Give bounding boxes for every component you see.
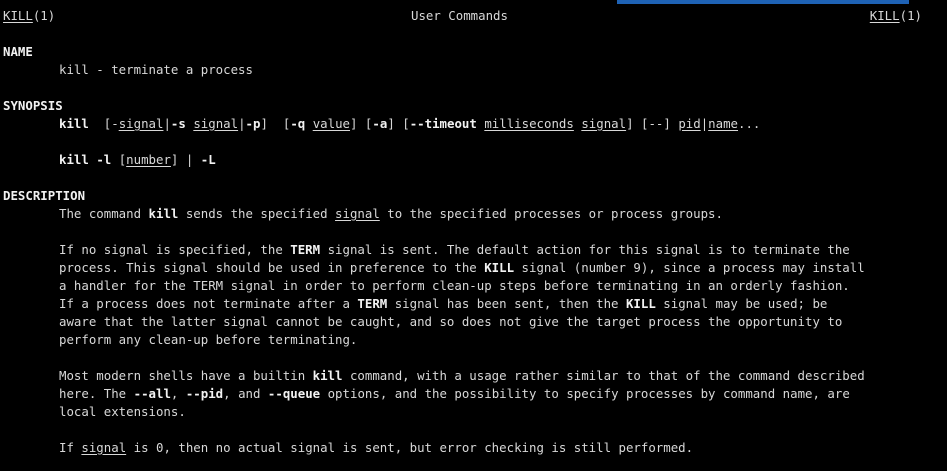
description-paragraph-2-line-5: aware that the latter signal cannot be c… bbox=[59, 314, 843, 329]
description-bold-term: TERM bbox=[290, 242, 321, 257]
description-text: here. The bbox=[59, 386, 134, 401]
description-text: signal is sent. The default action for t… bbox=[320, 242, 850, 257]
synopsis-text bbox=[305, 116, 312, 131]
synopsis-option-l: -l bbox=[96, 152, 112, 167]
synopsis-arg-number: number bbox=[126, 152, 171, 167]
description-arg-signal: signal bbox=[335, 206, 380, 221]
header-left-name: KILL bbox=[3, 8, 33, 23]
description-text: If no signal is specified, the bbox=[59, 242, 291, 257]
synopsis-option-timeout: --timeout bbox=[409, 116, 477, 131]
description-paragraph-2-line-2: process. This signal should be used in p… bbox=[59, 259, 865, 277]
description-paragraph-4: If signal is 0, then no actual signal is… bbox=[59, 439, 693, 457]
description-text: , bbox=[170, 386, 186, 401]
synopsis-arg-signal: signal bbox=[118, 116, 164, 131]
synopsis-text: ] [ bbox=[350, 116, 373, 131]
description-option-queue: --queue bbox=[267, 386, 321, 401]
description-text: If bbox=[59, 440, 82, 455]
header-right-name: KILL bbox=[869, 8, 900, 23]
synopsis-option-L: -L bbox=[200, 152, 216, 167]
description-paragraph-2-line-4: If a process does not terminate after a … bbox=[59, 295, 827, 313]
description-arg-signal: signal bbox=[81, 440, 127, 455]
header-left-title: KILL(1) bbox=[3, 7, 55, 25]
description-text: process. This signal should be used in p… bbox=[59, 260, 485, 275]
description-text: is 0, then no actual signal is sent, but… bbox=[126, 440, 694, 455]
synopsis-text: | bbox=[238, 116, 246, 131]
synopsis-arg-name: name bbox=[708, 116, 739, 131]
synopsis-arg-pid: pid bbox=[678, 116, 701, 131]
section-heading-description: DESCRIPTION bbox=[3, 188, 86, 203]
description-text: If a process does not terminate after a bbox=[59, 296, 358, 311]
synopsis-option-s: -s bbox=[170, 116, 186, 131]
description-text: , and bbox=[223, 386, 268, 401]
description-paragraph-3-line-1: Most modern shells have a builtin kill c… bbox=[59, 367, 865, 385]
description-text: signal (number 9), since a process may i… bbox=[514, 260, 865, 275]
description-paragraph-3-line-2: here. The --all, --pid, and --queue opti… bbox=[59, 385, 850, 403]
header-right-section: (1) bbox=[899, 8, 922, 23]
description-bold-term: TERM bbox=[357, 296, 388, 311]
section-heading-synopsis: SYNOPSIS bbox=[3, 98, 63, 113]
description-option-all: --all bbox=[133, 386, 171, 401]
synopsis-option-p: -p bbox=[245, 116, 261, 131]
description-bold-kill: kill bbox=[148, 206, 179, 221]
description-text: signal has been sent, then the bbox=[387, 296, 626, 311]
synopsis-text: ] [ bbox=[260, 116, 291, 131]
description-paragraph-2-line-6: perform any clean-up before terminating. bbox=[59, 332, 358, 347]
synopsis-option-a: -a bbox=[372, 116, 388, 131]
synopsis-arg-signal: signal bbox=[193, 116, 239, 131]
description-paragraph-3-line-3: local extensions. bbox=[59, 404, 186, 419]
description-text: The command bbox=[59, 206, 149, 221]
description-text: signal may be used; be bbox=[655, 296, 828, 311]
synopsis-text: ] [ bbox=[387, 116, 410, 131]
scroll-position-indicator bbox=[617, 0, 909, 4]
synopsis-line-1: kill [-signal|-s signal|-p] [-q value] [… bbox=[59, 115, 760, 133]
synopsis-text: | bbox=[163, 116, 171, 131]
synopsis-text: ... bbox=[738, 116, 761, 131]
terminal-window[interactable]: KILL(1) User Commands KILL(1) NAME kill … bbox=[0, 0, 947, 471]
description-paragraph-2-line-3: a handler for the TERM signal in order t… bbox=[59, 278, 850, 293]
description-text: command, with a usage rather similar to … bbox=[342, 368, 865, 383]
description-paragraph-2-line-1: If no signal is specified, the TERM sign… bbox=[59, 241, 850, 259]
description-bold-kill: kill bbox=[312, 368, 343, 383]
description-text: Most modern shells have a builtin bbox=[59, 368, 313, 383]
synopsis-text: ] [--] bbox=[626, 116, 679, 131]
name-description: kill - terminate a process bbox=[59, 62, 253, 77]
synopsis-text: ] | bbox=[170, 152, 201, 167]
section-heading-name: NAME bbox=[3, 44, 33, 59]
synopsis-arg-signal: signal bbox=[581, 116, 627, 131]
synopsis-command: kill bbox=[59, 152, 89, 167]
synopsis-command: kill bbox=[59, 116, 89, 131]
header-right-title: KILL(1) bbox=[870, 7, 922, 25]
synopsis-arg-milliseconds: milliseconds bbox=[484, 116, 574, 131]
description-text: options, and the possibility to specify … bbox=[320, 386, 850, 401]
description-bold-kill: KILL bbox=[484, 260, 515, 275]
header-left-section: (1) bbox=[32, 8, 56, 23]
description-bold-kill: KILL bbox=[625, 296, 656, 311]
description-text: to the specified processes or process gr… bbox=[379, 206, 723, 221]
synopsis-line-2: kill -l [number] | -L bbox=[59, 151, 216, 169]
description-option-pid: --pid bbox=[185, 386, 224, 401]
synopsis-text: [ bbox=[111, 152, 127, 167]
synopsis-option-q: -q bbox=[290, 116, 306, 131]
synopsis-arg-value: value bbox=[312, 116, 351, 131]
synopsis-text: [- bbox=[88, 116, 119, 131]
description-paragraph-1: The command kill sends the specified sig… bbox=[59, 205, 723, 223]
header-center-title: User Commands bbox=[411, 8, 508, 23]
description-text: sends the specified bbox=[178, 206, 336, 221]
